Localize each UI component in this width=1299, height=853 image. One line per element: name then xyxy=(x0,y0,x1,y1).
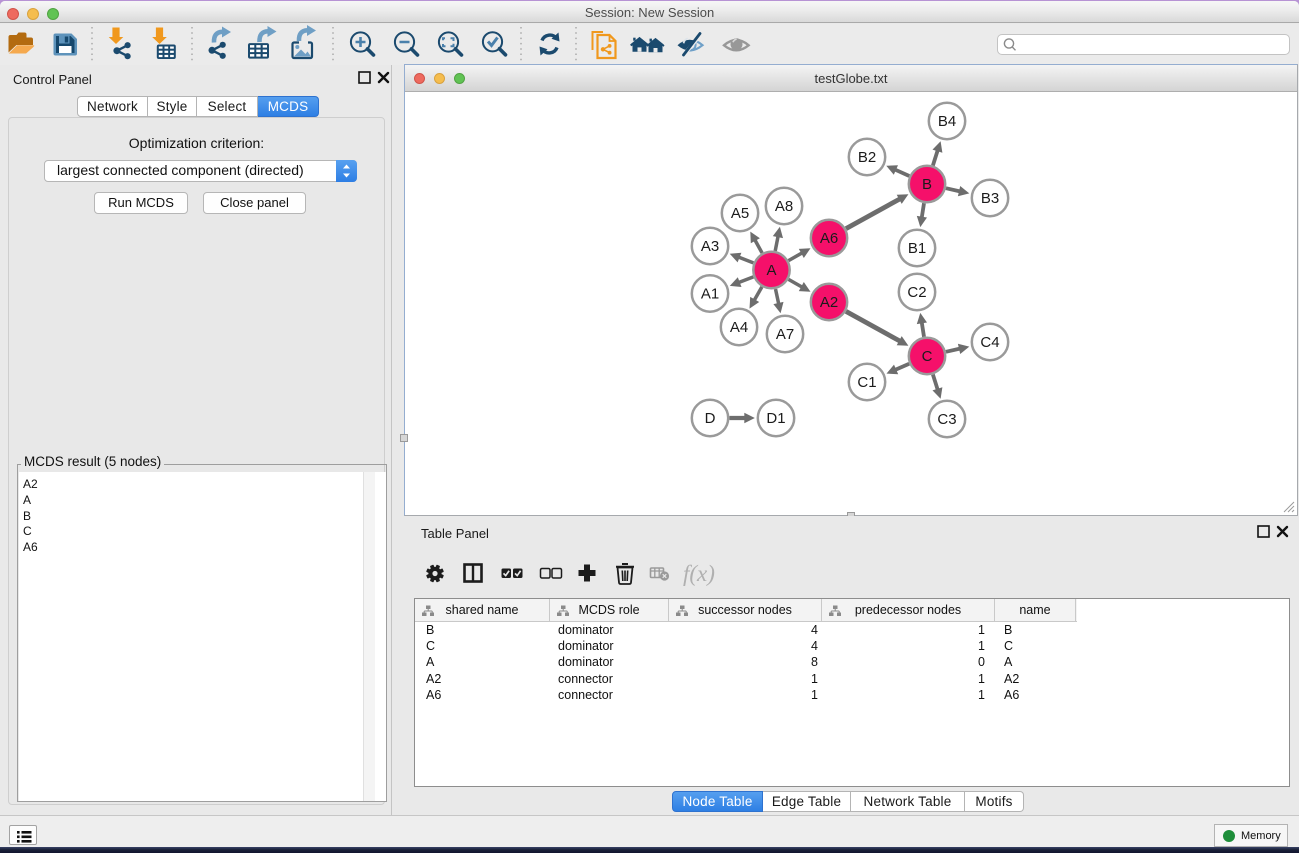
svg-text:B1: B1 xyxy=(908,240,926,257)
svg-text:A6: A6 xyxy=(820,230,838,247)
svg-text:D1: D1 xyxy=(766,410,785,427)
svg-text:C: C xyxy=(922,348,933,365)
svg-text:A1: A1 xyxy=(701,286,719,303)
svg-text:B: B xyxy=(922,176,932,193)
svg-text:A5: A5 xyxy=(731,205,749,222)
svg-text:A8: A8 xyxy=(775,198,793,215)
svg-text:C1: C1 xyxy=(857,374,876,391)
svg-text:B3: B3 xyxy=(981,190,999,207)
svg-text:C2: C2 xyxy=(907,284,926,301)
svg-text:C4: C4 xyxy=(980,334,999,351)
svg-text:C3: C3 xyxy=(937,411,956,428)
svg-text:D: D xyxy=(705,410,716,427)
svg-text:A: A xyxy=(766,262,776,279)
svg-text:B2: B2 xyxy=(858,149,876,166)
svg-text:B4: B4 xyxy=(938,113,956,130)
svg-text:f(x): f(x) xyxy=(683,561,715,586)
svg-text:A3: A3 xyxy=(701,238,719,255)
svg-text:A7: A7 xyxy=(776,326,794,343)
svg-text:A2: A2 xyxy=(820,294,838,311)
svg-text:A4: A4 xyxy=(730,319,748,336)
